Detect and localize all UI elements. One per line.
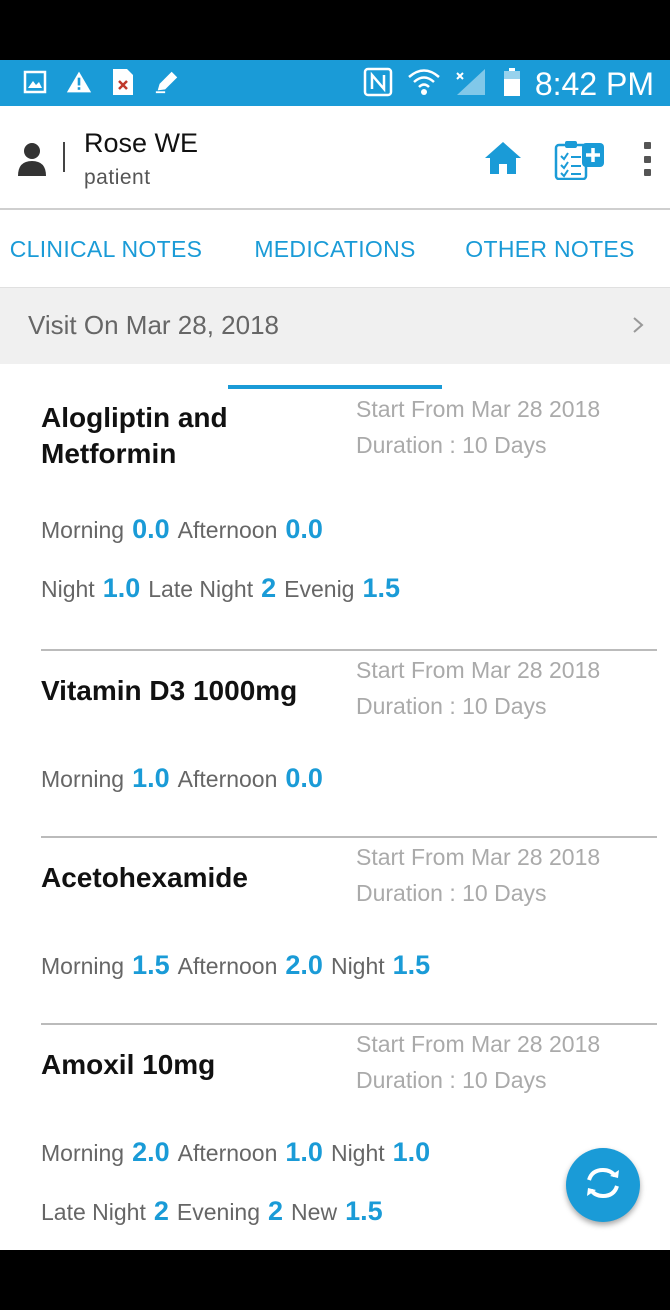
more-vert-icon[interactable] <box>640 142 654 176</box>
dose-value: 0.0 <box>285 514 323 544</box>
dose-label: Night <box>330 1140 385 1166</box>
nfc-icon <box>363 67 393 102</box>
medication-separator <box>41 649 657 651</box>
dose-value: 0.0 <box>132 514 170 544</box>
file-error-icon <box>110 68 136 96</box>
medication-item: Vitamin D3 1000mg Start From Mar 28 2018… <box>0 649 670 836</box>
dose-label: Evening <box>176 1199 261 1225</box>
dose-row: Morning 0.0 Afternoon 0.0 <box>41 514 331 545</box>
signal-icon <box>455 67 489 102</box>
medication-item: Acetohexamide Start From Mar 28 2018 Dur… <box>0 836 670 1023</box>
medication-separator <box>41 1023 657 1025</box>
system-top-bezel <box>0 0 670 60</box>
dose-label: Late Night <box>148 576 254 602</box>
medication-duration: Duration : 10 Days <box>356 432 547 458</box>
dose-label: Afternoon <box>177 1140 278 1166</box>
dose-value: 1.5 <box>132 950 170 980</box>
dose-value: 2 <box>261 573 277 603</box>
dose-label: Afternoon <box>177 953 278 979</box>
medication-name: Alogliptin and Metformin <box>41 402 228 469</box>
person-icon <box>18 142 46 176</box>
dose-value: 1.0 <box>102 573 141 603</box>
dose-value: 1.5 <box>345 1196 383 1226</box>
status-time: 8:42 PM <box>534 66 654 102</box>
medication-name: Amoxil 10mg <box>41 1049 216 1080</box>
patient-role: patient <box>84 166 151 189</box>
dose-row: Morning 2.0 Afternoon 1.0 Night 1.0 <box>41 1137 438 1168</box>
tab-other-notes[interactable]: OTHER NOTES <box>450 210 650 288</box>
dose-value: 2 <box>268 1196 284 1226</box>
medication-start: Start From Mar 28 2018 <box>356 396 601 422</box>
home-icon[interactable] <box>484 140 522 176</box>
dose-value: 0.0 <box>285 763 323 793</box>
tab-medications[interactable]: MEDICATIONS <box>228 210 442 288</box>
app-screen: Rose WE patient CLINICAL NOTES MEDICATIO… <box>0 106 670 1250</box>
patient-name: Rose WE <box>84 128 199 158</box>
medication-separator <box>41 836 657 838</box>
clipboard-add-icon[interactable] <box>554 140 606 181</box>
dose-label: Evenig <box>284 576 355 602</box>
battery-icon <box>503 67 521 102</box>
dose-value: 1.5 <box>362 573 401 603</box>
dose-value: 2.0 <box>132 1137 170 1167</box>
medication-name: Acetohexamide <box>41 862 248 893</box>
medication-start: Start From Mar 28 2018 <box>356 1031 601 1057</box>
tab-bar: CLINICAL NOTES MEDICATIONS OTHER NOTES <box>0 210 670 389</box>
patient-header: Rose WE patient <box>0 106 670 210</box>
dose-label: Night <box>330 953 385 979</box>
dose-label: Morning <box>41 1140 125 1166</box>
sync-button[interactable] <box>566 1148 640 1222</box>
dose-label: Morning <box>41 517 125 543</box>
wifi-icon <box>407 67 441 102</box>
medication-duration: Duration : 10 Days <box>356 693 547 719</box>
tab-clinical-notes[interactable]: CLINICAL NOTES <box>0 210 212 288</box>
medication-item: Amoxil 10mg Start From Mar 28 2018 Durat… <box>0 1023 670 1250</box>
chevron-right-icon <box>632 316 644 334</box>
medication-name: Vitamin D3 1000mg <box>41 675 298 706</box>
sync-icon <box>583 1166 623 1205</box>
medication-start: Start From Mar 28 2018 <box>356 844 601 870</box>
dose-value: 1.0 <box>132 763 170 793</box>
dose-label: New <box>291 1199 338 1225</box>
header-divider <box>63 142 65 172</box>
medication-start: Start From Mar 28 2018 <box>356 657 601 683</box>
dose-row: Morning 1.5 Afternoon 2.0 Night 1.5 <box>41 950 438 981</box>
medication-item: Alogliptin and Metformin Start From Mar … <box>0 364 670 649</box>
system-bottom-bezel <box>0 1250 670 1310</box>
dose-label: Afternoon <box>177 517 278 543</box>
image-icon <box>22 68 48 96</box>
edit-icon <box>154 68 180 96</box>
dose-value: 2 <box>153 1196 169 1226</box>
warning-icon <box>66 68 92 96</box>
dose-label: Morning <box>41 953 125 979</box>
dose-row: Late Night 2 Evening 2 New 1.5 <box>41 1196 391 1227</box>
visit-row[interactable]: Visit On Mar 28, 2018 <box>0 288 670 364</box>
dose-label: Morning <box>41 766 125 792</box>
dose-label: Late Night <box>41 1199 146 1225</box>
dose-value: 1.0 <box>285 1137 323 1167</box>
visit-label: Visit On Mar 28, 2018 <box>28 310 279 340</box>
dose-value: 1.0 <box>392 1137 431 1167</box>
dose-label: Night <box>41 576 95 602</box>
medication-duration: Duration : 10 Days <box>356 880 547 906</box>
dose-value: 1.5 <box>392 950 431 980</box>
status-bar: 8:42 PM <box>0 60 670 106</box>
dose-row: Night 1.0 Late Night 2 Evenig 1.5 <box>41 573 408 604</box>
medication-duration: Duration : 10 Days <box>356 1067 547 1093</box>
dose-label: Afternoon <box>177 766 278 792</box>
dose-value: 2.0 <box>285 950 323 980</box>
dose-row: Morning 1.0 Afternoon 0.0 <box>41 763 331 794</box>
